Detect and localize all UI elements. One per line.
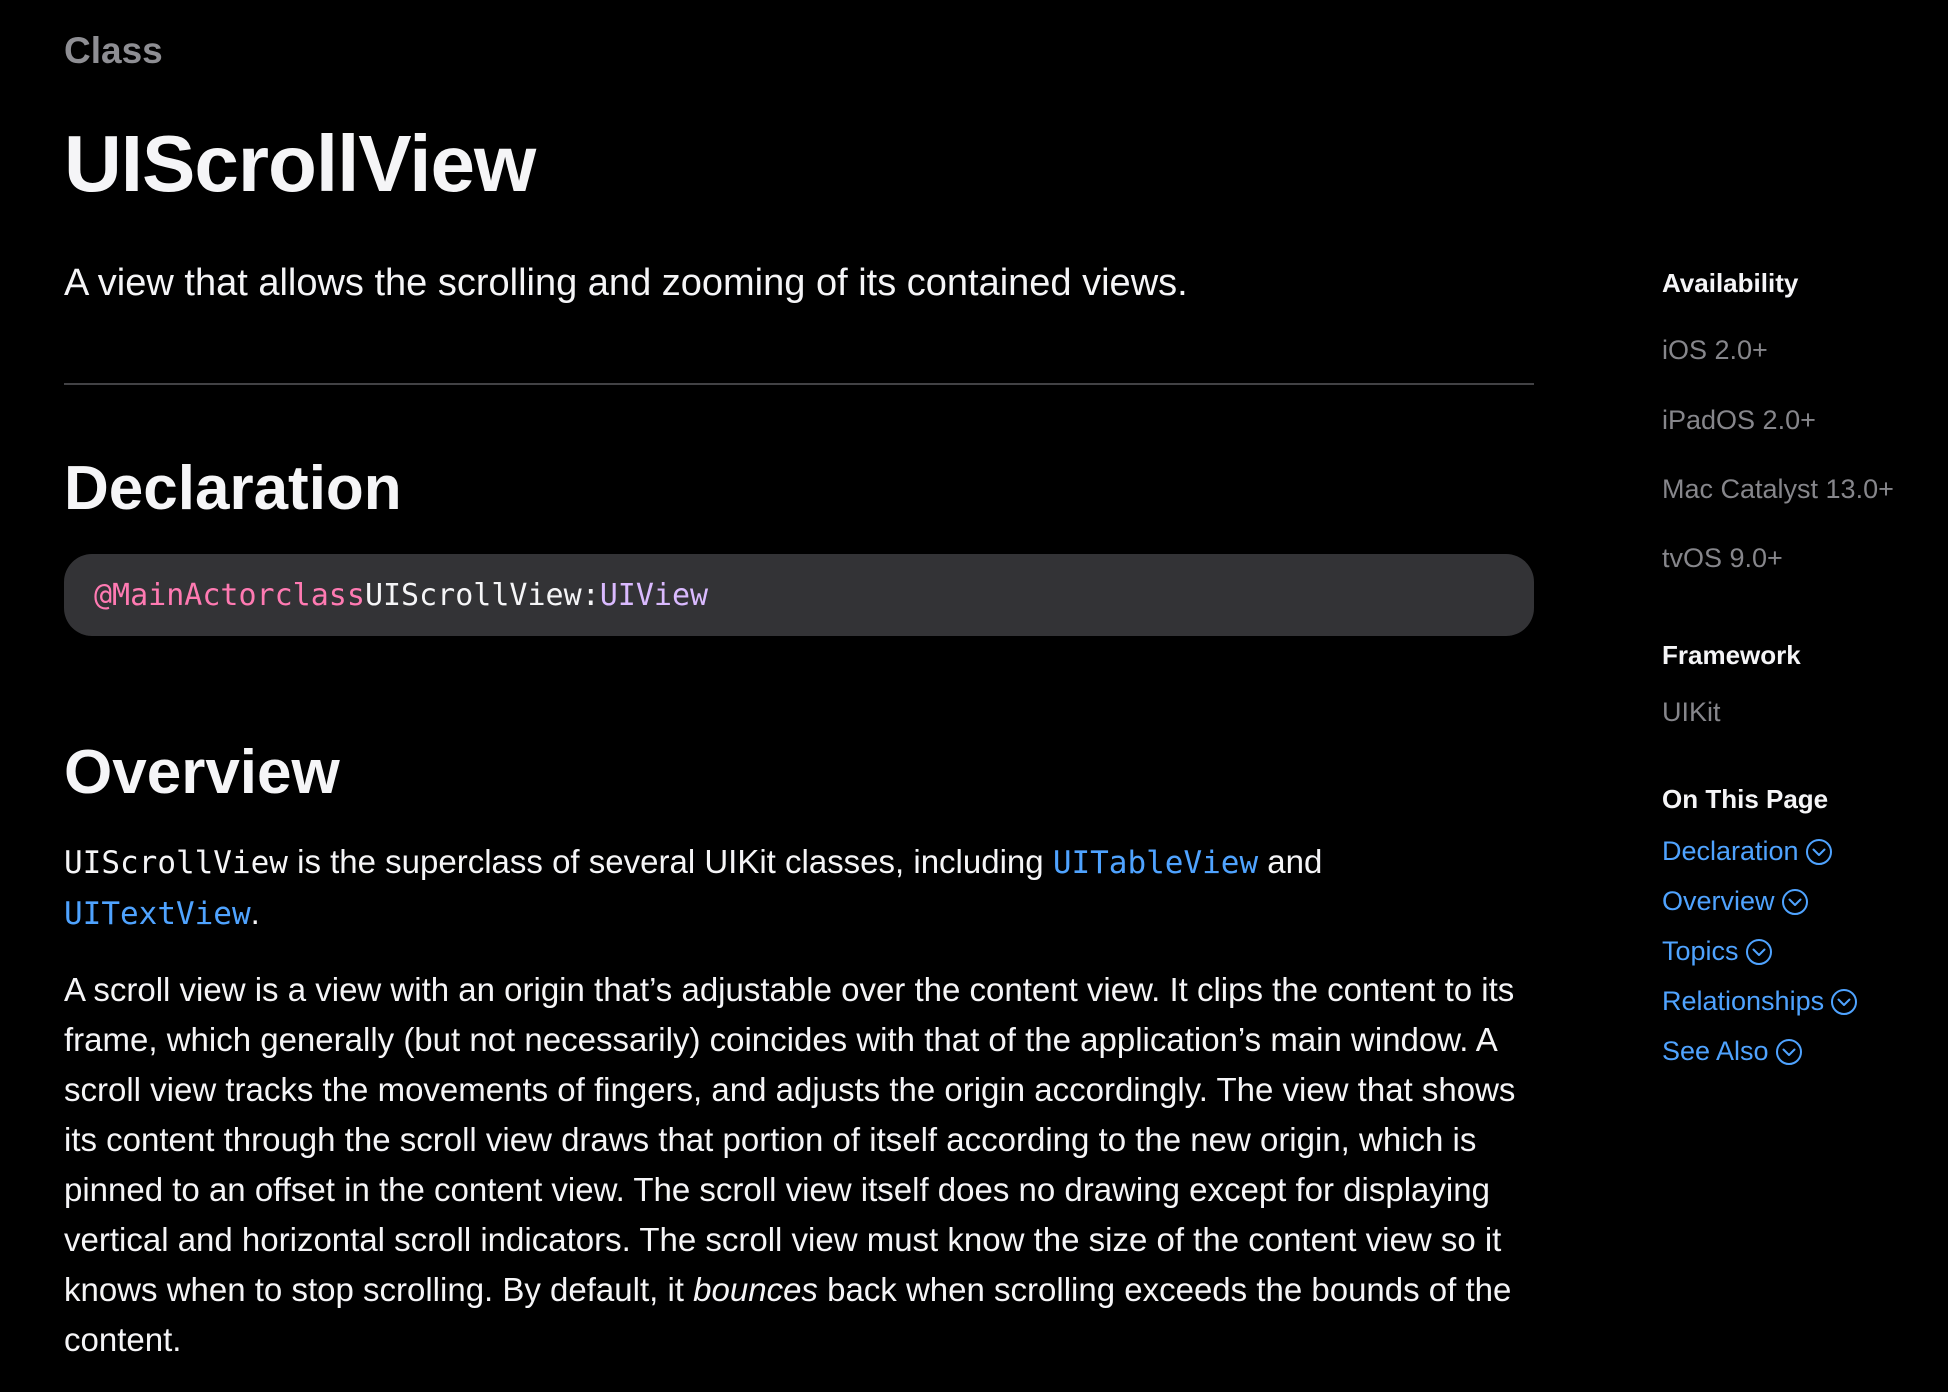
- paragraph-text: .: [250, 894, 260, 931]
- overview-paragraph-2: A scroll view is a view with an origin t…: [64, 965, 1544, 1365]
- declaration-heading: Declaration: [64, 454, 402, 523]
- code-superclass-link[interactable]: UIView: [600, 578, 708, 613]
- declaration-code-block: @MainActor class UIScrollView : UIView: [64, 554, 1534, 636]
- on-this-page-overview[interactable]: Overview: [1662, 886, 1809, 917]
- page-title: UIScrollView: [64, 119, 536, 208]
- paragraph-text: is the superclass of several UIKit class…: [287, 843, 1053, 880]
- on-this-page-label: Declaration: [1662, 836, 1799, 866]
- platform-tvos: tvOS 9.0+: [1662, 543, 1783, 573]
- chevron-down-circle-icon: [1805, 838, 1833, 866]
- divider: [64, 383, 1534, 385]
- platform-ios: iOS 2.0+: [1662, 335, 1768, 365]
- on-this-page-label: Overview: [1662, 886, 1775, 916]
- link-uitableview[interactable]: UITableView: [1053, 845, 1258, 881]
- on-this-page-label: See Also: [1662, 1036, 1769, 1066]
- on-this-page-label: Topics: [1662, 936, 1739, 966]
- on-this-page-heading: On This Page: [1662, 784, 1829, 814]
- framework-link[interactable]: UIKit: [1662, 697, 1721, 728]
- on-this-page-see-also[interactable]: See Also: [1662, 1036, 1803, 1067]
- on-this-page-label: Relationships: [1662, 986, 1825, 1016]
- link-uitextview[interactable]: UITextView: [64, 896, 251, 932]
- on-this-page-topics[interactable]: Topics: [1662, 936, 1773, 967]
- on-this-page-relationships[interactable]: Relationships: [1662, 986, 1858, 1017]
- chevron-down-circle-icon: [1745, 938, 1773, 966]
- paragraph-text: A scroll view is a view with an origin t…: [64, 971, 1516, 1308]
- chevron-down-circle-icon: [1775, 1038, 1803, 1066]
- on-this-page-declaration[interactable]: Declaration: [1662, 836, 1833, 867]
- page-eyebrow: Class: [64, 30, 163, 71]
- code-separator: :: [581, 577, 600, 613]
- overview-paragraph-1: UIScrollView is the superclass of severa…: [64, 837, 1544, 939]
- inline-code-uiscrollview: UIScrollView: [64, 845, 288, 881]
- code-attribute: @MainActor: [94, 577, 275, 613]
- paragraph-text: and: [1258, 843, 1323, 880]
- availability-heading: Availability: [1662, 268, 1799, 298]
- emphasis-text: bounces: [693, 1271, 818, 1308]
- platform-ipados: iPadOS 2.0+: [1662, 405, 1816, 435]
- chevron-down-circle-icon: [1781, 888, 1809, 916]
- platform-mac-catalyst: Mac Catalyst 13.0+: [1662, 474, 1894, 504]
- overview-heading: Overview: [64, 738, 340, 807]
- page-abstract: A view that allows the scrolling and zoo…: [64, 262, 1188, 304]
- framework-heading: Framework: [1662, 640, 1801, 670]
- chevron-down-circle-icon: [1830, 988, 1858, 1016]
- code-keyword: class: [274, 577, 365, 613]
- code-class-name: UIScrollView: [364, 577, 582, 613]
